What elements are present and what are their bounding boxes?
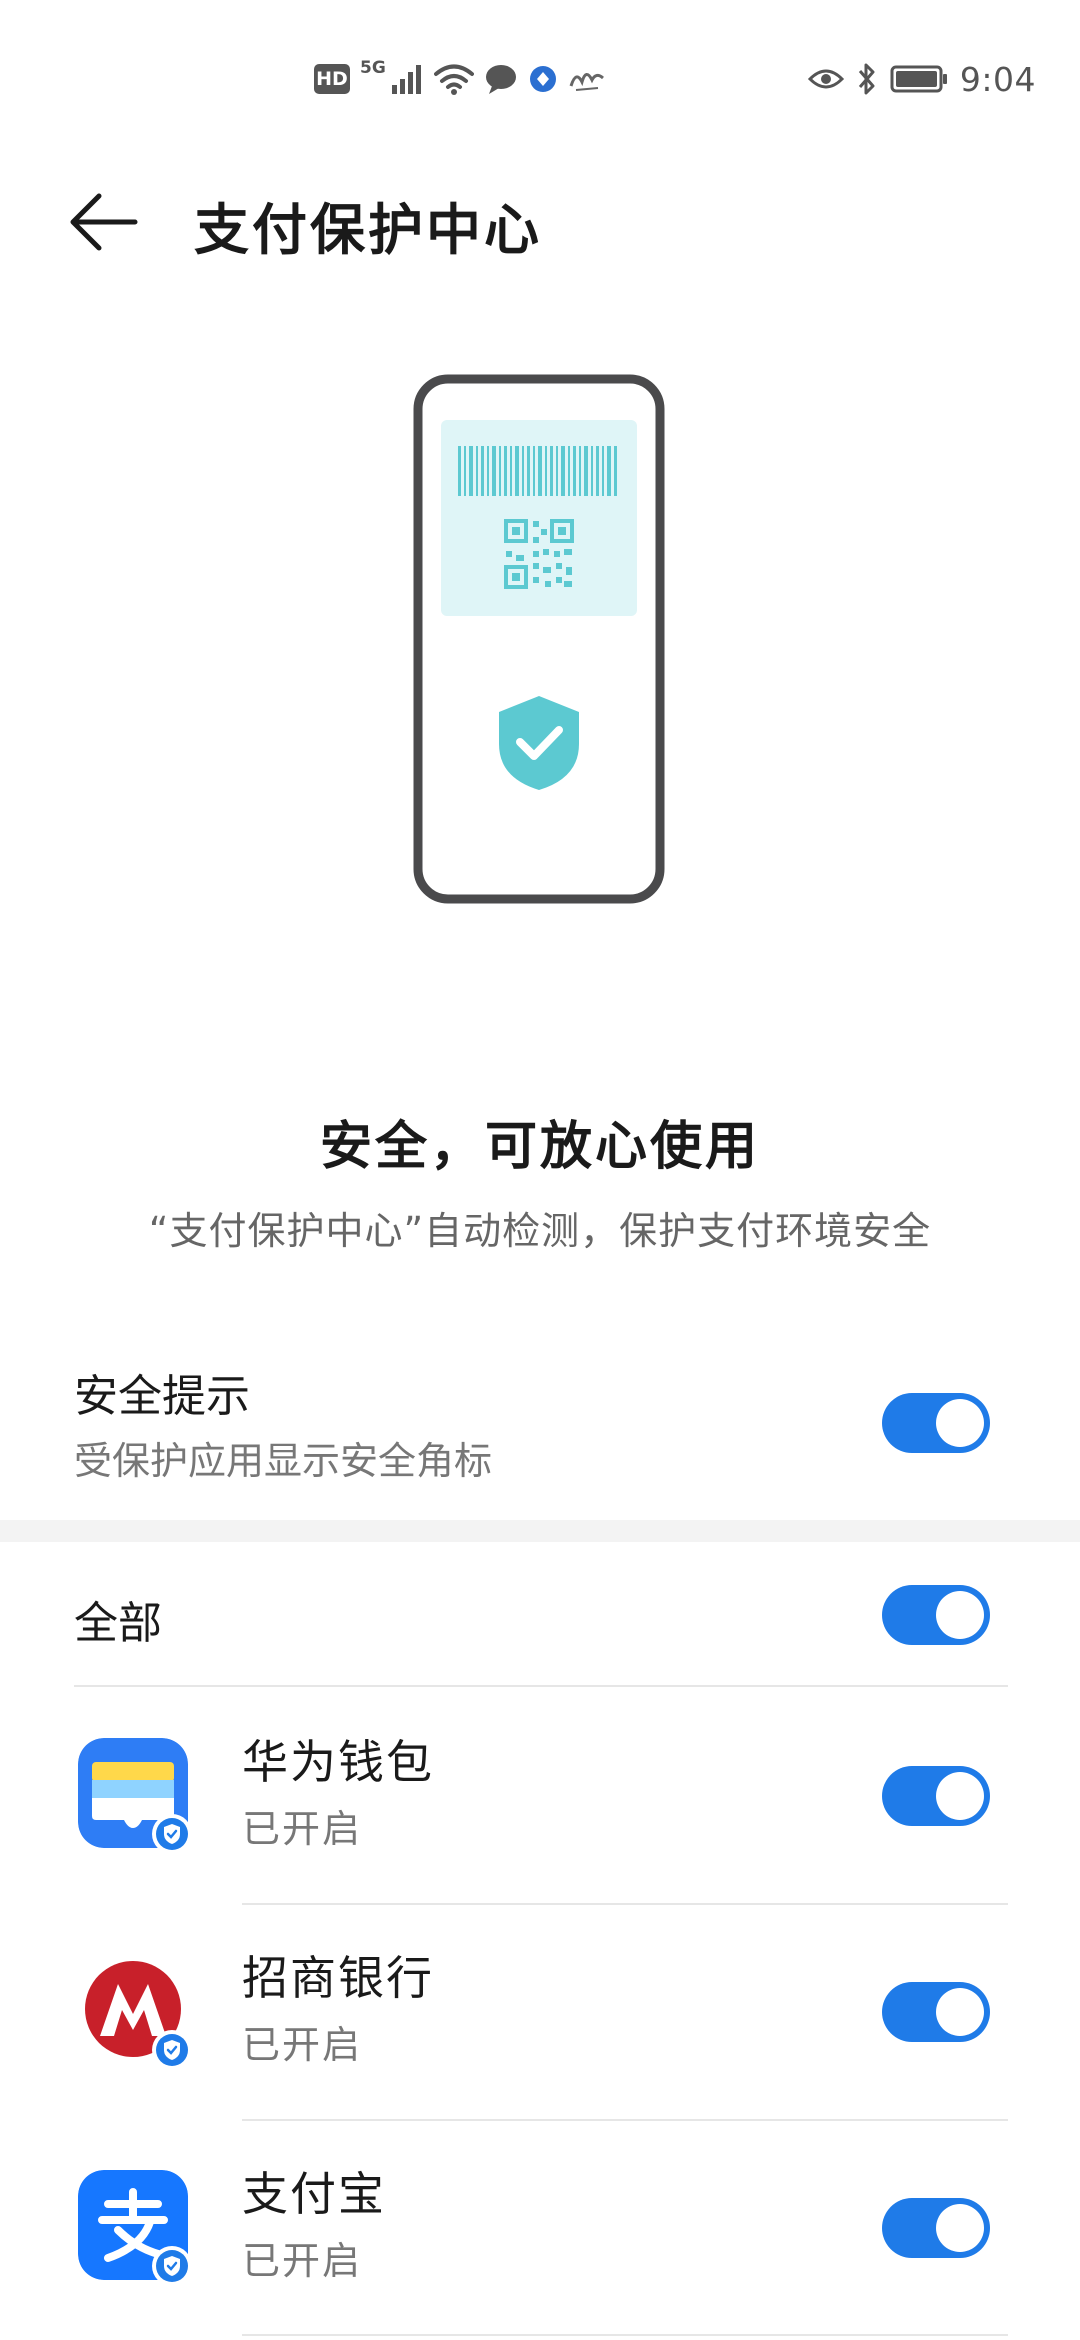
wifi-icon bbox=[433, 64, 474, 95]
app-name: 支付宝 bbox=[242, 2167, 386, 2221]
status-right-icons: 9:04 bbox=[807, 56, 1036, 102]
network-type: 5G bbox=[360, 58, 386, 78]
all-apps-toggle[interactable] bbox=[882, 1585, 990, 1645]
protected-badge-icon bbox=[156, 2034, 188, 2066]
app-badge bbox=[152, 2030, 192, 2070]
app-name: 华为钱包 bbox=[242, 1735, 434, 1789]
app-status: 已开启 bbox=[242, 2239, 363, 2283]
list-divider bbox=[242, 2334, 1008, 2336]
eye-comfort-icon bbox=[807, 69, 844, 89]
app-row-cmb[interactable]: 招商银行 已开启 bbox=[0, 1904, 1080, 2120]
battery-icon bbox=[890, 65, 947, 93]
section-divider bbox=[0, 1520, 1080, 1542]
bluetooth-icon bbox=[858, 63, 875, 95]
protected-badge-icon bbox=[156, 2250, 188, 2282]
app-toggle[interactable] bbox=[882, 1766, 990, 1826]
app-badge bbox=[152, 2246, 192, 2286]
app-name: 招商银行 bbox=[242, 1951, 434, 2005]
toggle-knob bbox=[936, 1591, 984, 1639]
toggle-knob bbox=[936, 1988, 984, 2036]
back-arrow-icon bbox=[70, 193, 138, 251]
all-apps-row[interactable]: 全部 bbox=[0, 1552, 1080, 1682]
protection-status-title: 安全，可放心使用 bbox=[319, 1117, 760, 1177]
app-status: 已开启 bbox=[242, 2023, 363, 2067]
app-toggle[interactable] bbox=[882, 1982, 990, 2042]
status-left-icons: HD 5G bbox=[314, 56, 606, 102]
toggle-knob bbox=[936, 1399, 984, 1447]
list-divider bbox=[74, 1685, 1008, 1687]
browser-app-icon bbox=[529, 66, 556, 92]
toggle-knob bbox=[936, 2204, 984, 2252]
payment-protection-illustration bbox=[413, 374, 665, 904]
protection-status-subtitle: “支付保护中心”自动检测，保护支付环境安全 bbox=[148, 1209, 932, 1253]
chat-bubble-icon bbox=[485, 65, 516, 94]
security-tip-row[interactable]: 安全提示 受保护应用显示安全角标 bbox=[0, 1350, 1080, 1510]
app-row-alipay[interactable]: 支付宝 已开启 bbox=[0, 2120, 1080, 2336]
security-tip-toggle[interactable] bbox=[882, 1393, 990, 1453]
app-badge bbox=[152, 1814, 192, 1854]
security-tip-description: 受保护应用显示安全角标 bbox=[74, 1439, 493, 1483]
study-app-icon bbox=[569, 73, 604, 91]
protected-badge-icon bbox=[156, 1818, 188, 1850]
security-tip-title: 安全提示 bbox=[74, 1371, 250, 1422]
app-status: 已开启 bbox=[242, 1807, 363, 1851]
phone-shield-illustration bbox=[413, 374, 665, 904]
app-row-huawei-wallet[interactable]: 华为钱包 已开启 bbox=[0, 1688, 1080, 1904]
all-apps-label: 全部 bbox=[74, 1598, 162, 1649]
app-header: 支付保护中心 bbox=[0, 160, 1080, 270]
clock: 9:04 bbox=[959, 59, 1036, 99]
page-title: 支付保护中心 bbox=[194, 198, 543, 262]
hd-badge: HD bbox=[314, 64, 350, 94]
toggle-knob bbox=[936, 1772, 984, 1820]
app-toggle[interactable] bbox=[882, 2198, 990, 2258]
signal-icon bbox=[391, 65, 421, 94]
back-button[interactable] bbox=[62, 180, 146, 264]
status-bar: HD 5G 9:04 bbox=[0, 0, 1080, 150]
